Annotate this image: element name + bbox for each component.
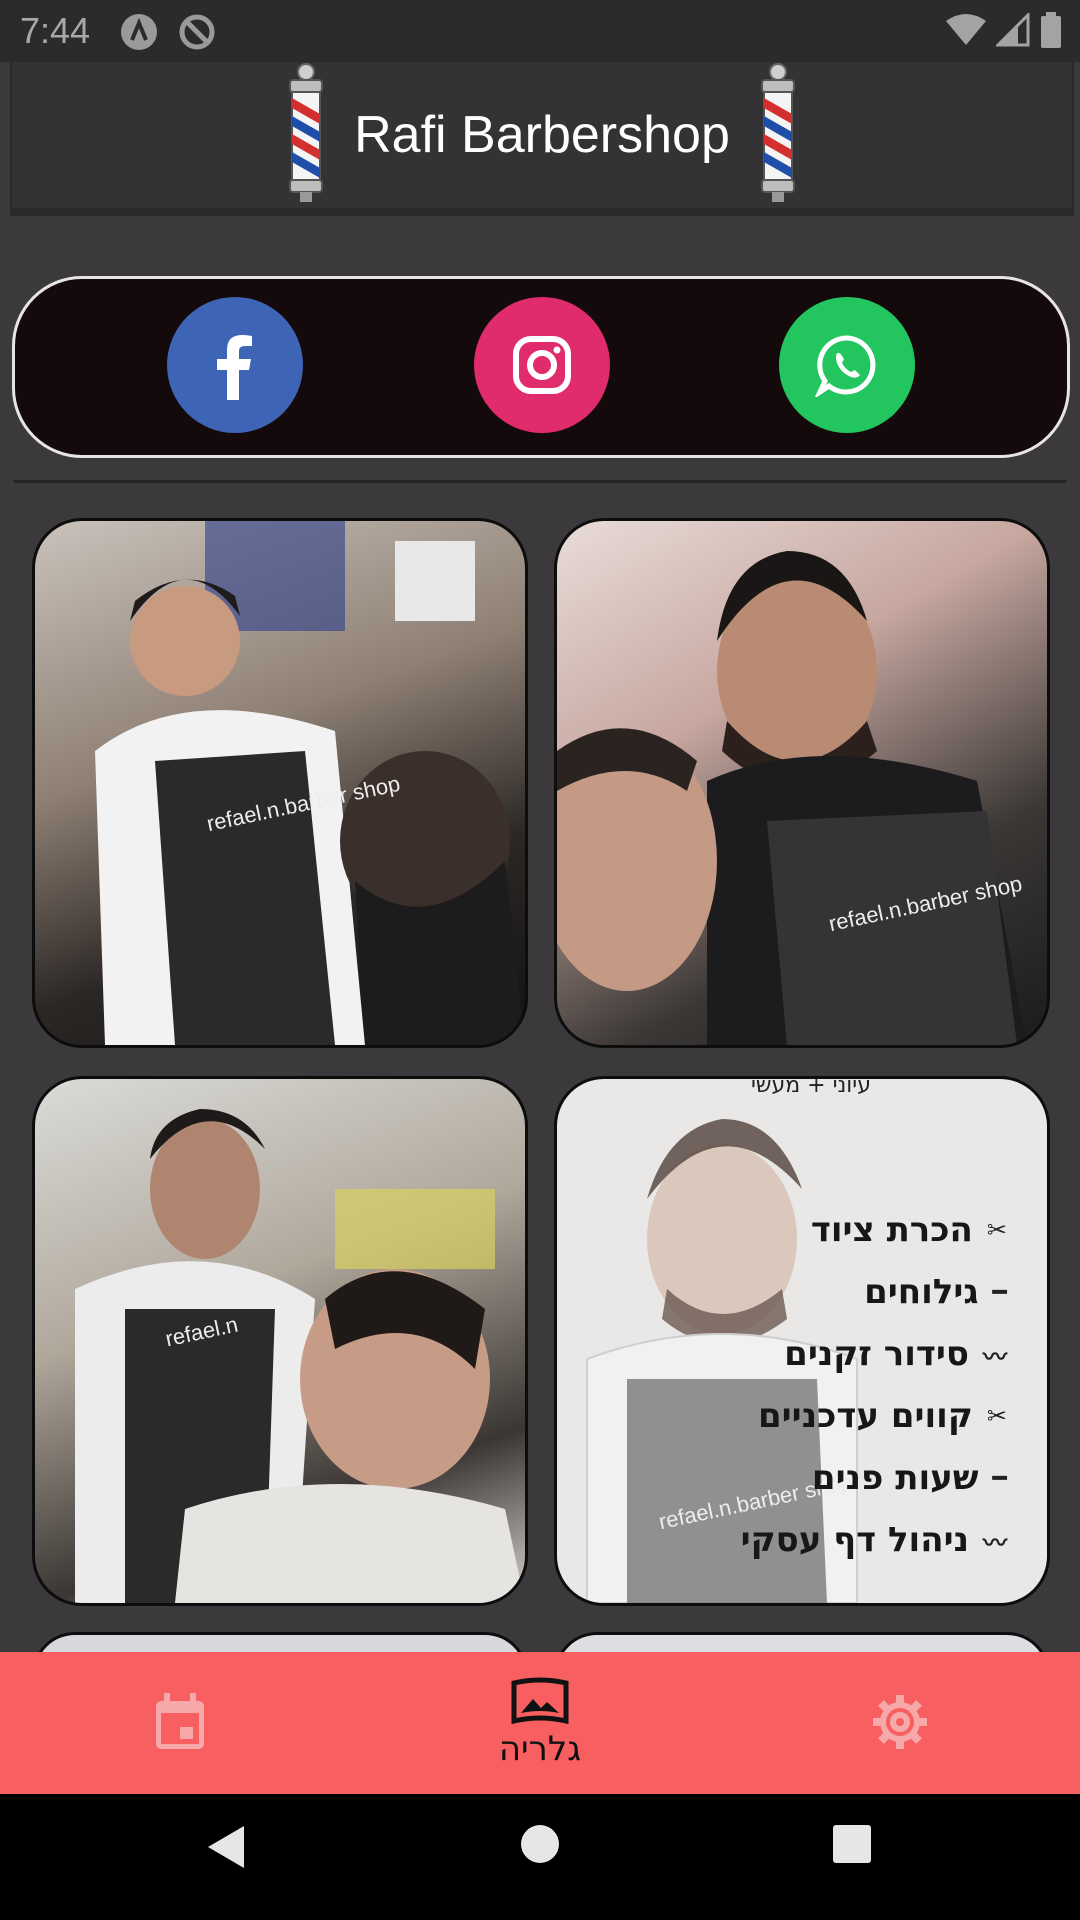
gallery-photo[interactable]: refael.n.barber shop — [32, 518, 528, 1048]
whatsapp-button[interactable] — [779, 297, 915, 433]
do-not-disturb-icon — [179, 14, 215, 50]
gallery-photo[interactable]: refael.n — [32, 1076, 528, 1606]
flyer-item: 〰 ניהול דף עסקי — [740, 1520, 1007, 1560]
status-time: 7:44 — [20, 10, 91, 51]
gear-icon — [873, 1695, 927, 1749]
barber-photo-illustration — [557, 551, 1027, 1045]
razor-icon: ━ — [992, 1278, 1007, 1306]
razor-icon: ━ — [992, 1464, 1007, 1492]
nav-item-gallery[interactable]: גלריה — [460, 1652, 620, 1794]
mustache-icon: 〰 — [983, 1528, 1007, 1557]
barber-photo-illustration — [75, 1109, 525, 1603]
calendar-icon — [156, 1693, 204, 1749]
flyer-item: 〰 סידור זקנים — [784, 1334, 1007, 1374]
nav-item-settings[interactable] — [850, 1652, 950, 1794]
screen: 7:44 Rafi Barbershop refael.n.barber sho… — [0, 0, 1080, 1920]
bottom-navigation: גלריה — [0, 1652, 1080, 1794]
mustache-icon: 〰 — [983, 1342, 1007, 1371]
facebook-icon — [217, 335, 252, 400]
back-icon[interactable] — [206, 1824, 246, 1870]
signal-icon — [996, 13, 1030, 47]
gallery-flyer[interactable]: refael.n.barber shop עיוני + מעשי ✂ הכרת … — [554, 1076, 1050, 1606]
nav-label-gallery: גלריה — [498, 1729, 582, 1769]
gallery-photo[interactable]: refael.n.barber shop — [554, 518, 1050, 1048]
app-bar: Rafi Barbershop — [10, 62, 1074, 216]
divider — [14, 480, 1066, 483]
scissors-icon: ✂ — [986, 1216, 1007, 1244]
flyer-item: ✂ הכרת ציוד — [810, 1210, 1007, 1250]
barber-pole-icon — [760, 63, 795, 202]
recents-icon[interactable] — [832, 1824, 872, 1864]
barber-photo-illustration — [95, 521, 525, 1045]
app-title: Rafi Barbershop — [354, 106, 730, 164]
battery-icon — [1041, 12, 1061, 48]
scissors-icon: ✂ — [986, 1402, 1007, 1430]
flyer-item: ━ גילוחים — [864, 1272, 1007, 1312]
system-navigation-bar — [0, 1794, 1080, 1920]
home-icon[interactable] — [520, 1824, 560, 1864]
flyer-item: ✂ קווים עדכניים — [758, 1396, 1007, 1436]
nav-item-calendar[interactable] — [130, 1652, 230, 1794]
status-bar: 7:44 — [0, 0, 1080, 62]
flyer-top-text: עיוני + מעשי — [750, 1076, 871, 1098]
whatsapp-icon — [815, 335, 876, 397]
wifi-icon — [946, 14, 986, 45]
flyer-item: ━ שעות פנים — [811, 1458, 1007, 1498]
barber-pole-icon — [289, 63, 324, 202]
facebook-button[interactable] — [167, 297, 303, 433]
instagram-button[interactable] — [474, 297, 610, 433]
gallery-icon — [511, 1677, 569, 1725]
flyer-list: ✂ הכרת ציוד ━ גילוחים 〰 סידור זקנים ✂ קווים … — [741, 1199, 1007, 1571]
autofill-a-icon — [121, 14, 157, 50]
instagram-icon — [513, 336, 571, 394]
status-right — [946, 12, 1062, 48]
social-bar — [12, 276, 1070, 458]
